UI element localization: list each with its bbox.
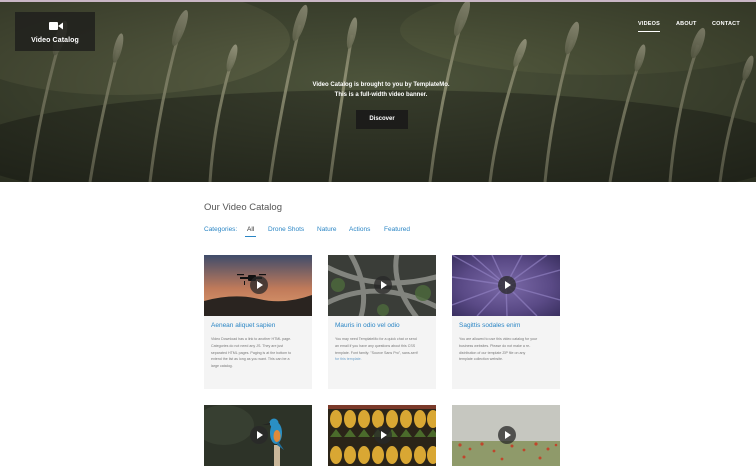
category-nature[interactable]: Nature	[317, 226, 337, 233]
desc-line: You may need TemplateMo for a quick chat…	[335, 337, 417, 341]
play-icon[interactable]	[498, 276, 516, 294]
video-card-body: Aenean aliquet sapien Video Download has…	[204, 316, 312, 389]
catalog-title: Our Video Catalog	[204, 202, 282, 213]
video-description: You may need TemplateMo for a quick chat…	[335, 336, 431, 363]
desc-line: Categories do not need any JS. They are …	[211, 343, 284, 348]
hero-caption: Video Catalog is brought to you by Templ…	[290, 80, 472, 100]
nav-contact[interactable]: CONTACT	[712, 21, 740, 33]
video-description: You are allowed to use this video catalo…	[459, 336, 555, 363]
video-thumbnail[interactable]	[452, 405, 560, 466]
desc-link[interactable]: for this template.	[335, 356, 431, 363]
play-icon[interactable]	[374, 426, 392, 444]
brand-logo[interactable]: Video Catalog	[15, 12, 95, 51]
play-icon[interactable]	[250, 276, 268, 294]
video-title[interactable]: Aenean aliquet sapien	[211, 322, 275, 329]
category-featured[interactable]: Featured	[384, 226, 410, 233]
desc-line: business websites. Please do not make a …	[459, 343, 531, 348]
nav-videos[interactable]: VIDEOS	[638, 21, 660, 33]
play-icon[interactable]	[374, 276, 392, 294]
hero-line-1: Video Catalog is brought to you by Templ…	[312, 82, 450, 88]
hero-line-2: This is a full-width video banner.	[334, 92, 428, 98]
desc-line: Video Download has a link to another HTM…	[211, 337, 292, 341]
video-card-body: Sagittis sodales enim You are allowed to…	[452, 316, 560, 389]
desc-line: template collection website.	[459, 357, 503, 362]
video-camera-icon	[49, 22, 63, 30]
desc-line: distribution of our template ZIP file on…	[459, 350, 526, 355]
desc-line: large catalog.	[211, 364, 233, 369]
desc-line: template. Font family: "Source Sans Pro"…	[335, 350, 418, 355]
nav-about[interactable]: ABOUT	[676, 21, 697, 33]
video-description: Video Download has a link to another HTM…	[211, 336, 307, 370]
video-thumbnail[interactable]	[328, 255, 436, 316]
top-accent-line	[0, 0, 756, 2]
categories-label: Categories:	[204, 226, 238, 233]
video-thumbnail[interactable]	[328, 405, 436, 466]
desc-line: You are allowed to use this video catalo…	[459, 337, 538, 341]
desc-line: separated HTML pages. Paging is at the b…	[211, 350, 292, 355]
video-thumbnail[interactable]	[204, 405, 312, 466]
video-title[interactable]: Mauris in odio vel odio	[335, 322, 400, 329]
video-thumbnail[interactable]	[452, 255, 560, 316]
discover-button[interactable]: Discover	[356, 110, 408, 129]
video-card-body: Mauris in odio vel odio You may need Tem…	[328, 316, 436, 389]
category-actions[interactable]: Actions	[349, 226, 370, 233]
desc-line: extend the list as long as you want. Thi…	[211, 357, 290, 362]
hero-banner: Video Catalog VIDEOS ABOUT CONTACT Video…	[0, 0, 756, 182]
play-icon[interactable]	[250, 426, 268, 444]
video-title[interactable]: Sagittis sodales enim	[459, 322, 520, 329]
brand-label: Video Catalog	[31, 37, 79, 44]
category-drone-shots[interactable]: Drone Shots	[268, 226, 304, 233]
video-thumbnail[interactable]	[204, 255, 312, 316]
play-icon[interactable]	[498, 426, 516, 444]
desc-line: an email if you have any questions about…	[335, 343, 416, 348]
category-all[interactable]: All	[244, 226, 257, 237]
